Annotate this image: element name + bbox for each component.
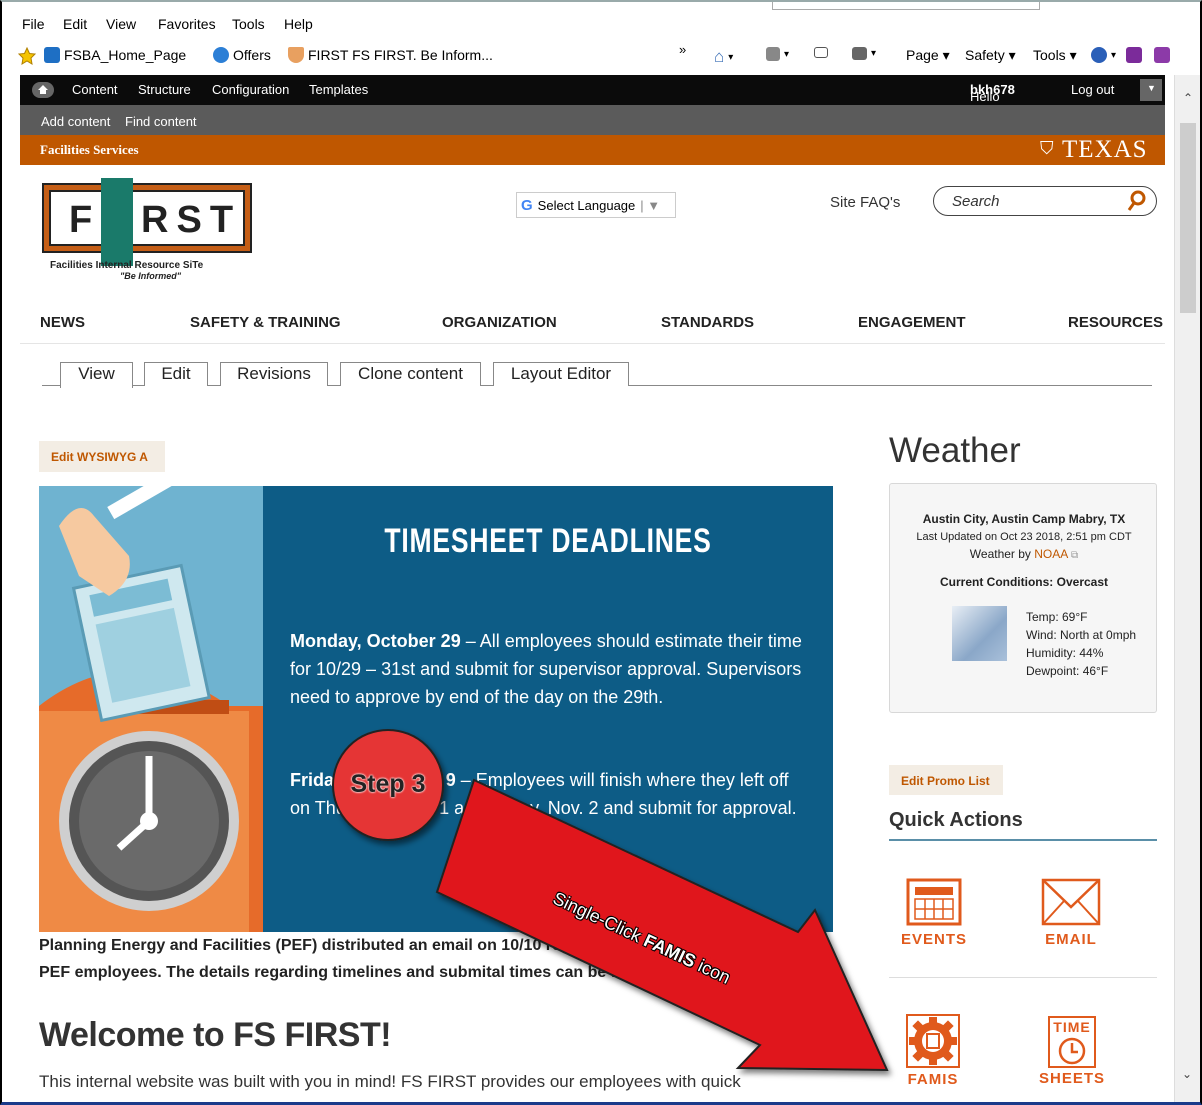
help-button[interactable]: ▾ bbox=[1091, 47, 1116, 63]
menu-file[interactable]: File bbox=[22, 16, 45, 32]
favorites-star-icon[interactable] bbox=[18, 47, 36, 65]
scroll-up-icon[interactable]: ⌃ bbox=[1183, 91, 1193, 105]
step-label: Step 3 bbox=[350, 770, 426, 798]
texas-wordmark[interactable]: TEXAS bbox=[1062, 136, 1148, 164]
favorite-offers[interactable]: Offers bbox=[213, 47, 271, 63]
favorites-overflow-button[interactable]: » bbox=[679, 42, 686, 57]
admin-templates[interactable]: Templates bbox=[309, 82, 368, 97]
menu-favorites[interactable]: Favorites bbox=[158, 16, 216, 32]
add-content-link[interactable]: Add content bbox=[41, 114, 110, 129]
house-icon: ⌂ bbox=[714, 47, 725, 66]
address-bar-edge bbox=[772, 2, 1040, 10]
favorite-offers-label: Offers bbox=[233, 47, 271, 63]
menu-bar: File Edit View Favorites Tools Help bbox=[2, 10, 1200, 38]
tools-menu[interactable]: Tools ▾ bbox=[1033, 47, 1077, 64]
admin-content[interactable]: Content bbox=[72, 82, 118, 97]
print-button[interactable]: ▾ bbox=[852, 47, 876, 60]
admin-toolbar: Content Structure Configuration Template… bbox=[20, 75, 1165, 105]
greeting: Hello bkh678 bbox=[970, 82, 1015, 104]
page-menu[interactable]: Page ▾ bbox=[906, 47, 950, 64]
favorite-fsba[interactable]: FSBA_Home_Page bbox=[44, 47, 186, 63]
facilities-services-bar: Facilities Services ⛉ TEXAS bbox=[20, 135, 1165, 165]
scroll-thumb[interactable] bbox=[1180, 123, 1196, 313]
mail-button[interactable] bbox=[814, 47, 828, 58]
feeds-button[interactable]: ▾ bbox=[766, 47, 789, 61]
chevron-down-icon: ▼ bbox=[1147, 83, 1156, 93]
sharepoint-icon bbox=[44, 47, 60, 63]
toolbar-toggle-button[interactable]: ▼ bbox=[1140, 79, 1162, 101]
favorite-first[interactable]: FIRST FS FIRST. Be Inform... bbox=[288, 47, 493, 63]
admin-structure[interactable]: Structure bbox=[138, 82, 191, 97]
mail-icon bbox=[814, 47, 828, 58]
admin-configuration[interactable]: Configuration bbox=[212, 82, 289, 97]
favorite-fsba-label: FSBA_Home_Page bbox=[64, 47, 187, 63]
safety-menu[interactable]: Safety ▾ bbox=[965, 47, 1016, 64]
menu-help[interactable]: Help bbox=[284, 16, 313, 32]
menu-edit[interactable]: Edit bbox=[63, 16, 87, 32]
favorite-first-label: FIRST FS FIRST. Be Inform... bbox=[308, 47, 493, 63]
shortcuts-bar: Add content Find content bbox=[20, 105, 1165, 135]
page-content: F I RST Facilities Internal Resource SiT… bbox=[20, 165, 1165, 1102]
browser-window: File Edit View Favorites Tools Help FSBA… bbox=[0, 0, 1202, 1105]
favorites-bar: FSBA_Home_Page Offers FIRST FS FIRST. Be… bbox=[2, 40, 1200, 72]
onenote-linked-icon bbox=[1154, 47, 1170, 63]
longhorn-shield-icon bbox=[288, 47, 304, 63]
help-icon bbox=[1091, 47, 1107, 63]
onenote-linked-button[interactable] bbox=[1154, 47, 1170, 63]
onenote-icon bbox=[1126, 47, 1142, 63]
scroll-down-icon[interactable]: ⌄ bbox=[1182, 1067, 1192, 1081]
onenote-button[interactable] bbox=[1126, 47, 1142, 63]
printer-icon bbox=[852, 47, 867, 60]
home-button[interactable]: ⌂ ▾ bbox=[714, 47, 733, 67]
menu-tools[interactable]: Tools bbox=[232, 16, 265, 32]
home-icon[interactable] bbox=[32, 82, 54, 98]
find-content-link[interactable]: Find content bbox=[125, 114, 197, 129]
ie-icon bbox=[213, 47, 229, 63]
tutorial-arrow bbox=[332, 729, 889, 1072]
logout-link[interactable]: Log out bbox=[1071, 82, 1114, 97]
menu-view[interactable]: View bbox=[106, 16, 136, 32]
site-name-link[interactable]: Facilities Services bbox=[40, 142, 139, 158]
rss-icon bbox=[766, 47, 780, 61]
vertical-scrollbar[interactable]: ⌃ ⌄ bbox=[1174, 75, 1200, 1102]
longhorn-shield-icon: ⛉ bbox=[1040, 138, 1054, 158]
